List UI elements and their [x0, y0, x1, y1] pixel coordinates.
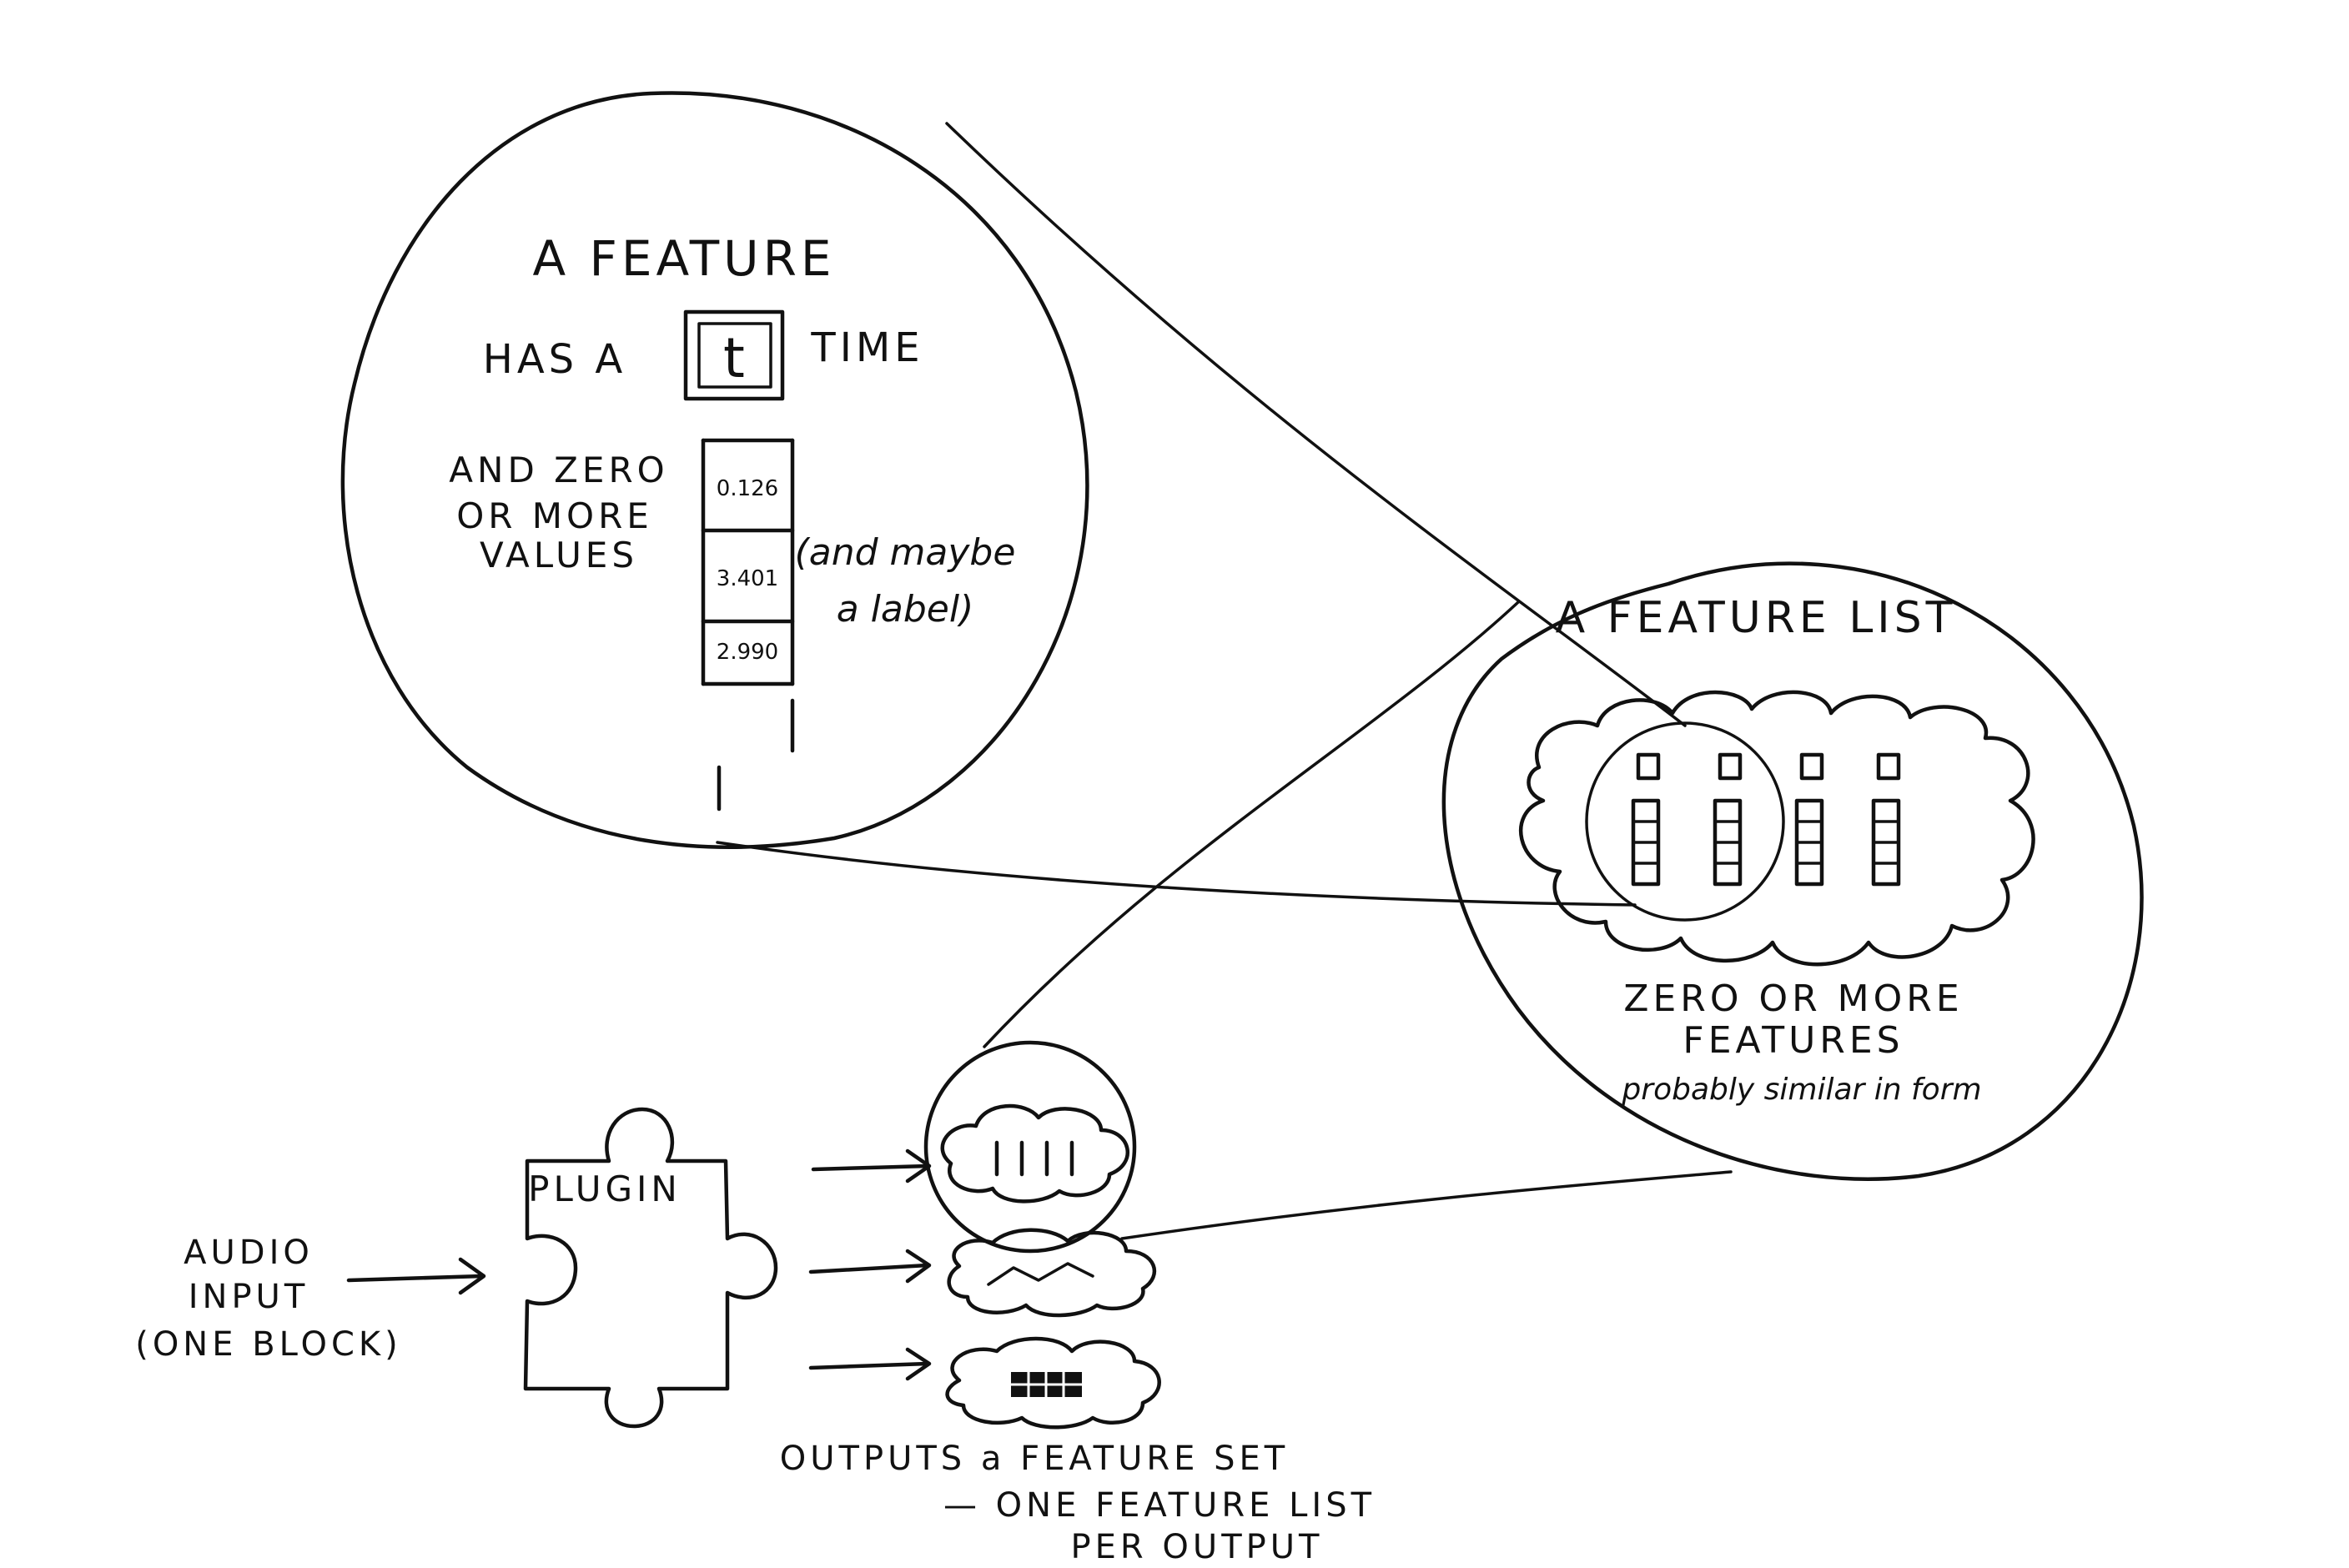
values-text-line-1: AND ZERO — [449, 450, 668, 490]
feature-circle: A FEATURE HAS A t TIME AND ZERO OR MORE … — [340, 91, 1089, 849]
audio-input-line-1: AUDIO — [184, 1234, 314, 1272]
plugin-label: PLUGIN — [528, 1168, 682, 1209]
puzzle-piece-icon — [523, 1107, 778, 1429]
outputs-caption-line-3: PER OUTPUT — [1071, 1528, 1324, 1566]
label-note-line-2: a label) — [837, 588, 974, 631]
audio-input-line-2: INPUT — [189, 1278, 309, 1316]
feature-mini-icon — [1794, 752, 1824, 887]
values-text-line-3: VALUES — [480, 535, 638, 575]
grid-icon — [1011, 1372, 1082, 1397]
feature-icons-row — [1631, 752, 1901, 887]
connector-lines — [716, 122, 1733, 1240]
outputs-caption-line-1: OUTPUTS a FEATURE SET — [780, 1440, 1290, 1478]
feature-mini-icon — [1871, 752, 1901, 887]
value-3: 2.990 — [717, 640, 778, 665]
label-note-line-1: (and maybe — [795, 531, 1016, 574]
value-1: 0.126 — [717, 476, 778, 501]
feature-list-caption-note: probably similar in form — [1621, 1073, 1981, 1107]
feature-mini-icon — [1631, 752, 1661, 887]
feature-list-circle: A FEATURE LIST ZERO OR MORE FEATURES pro… — [1441, 561, 2144, 1181]
feature-list-title: A FEATURE LIST — [1556, 593, 1957, 643]
values-text-line-2: OR MORE — [456, 495, 653, 536]
cloud-icon — [945, 1336, 1161, 1430]
feature-list-caption-line-2: FEATURES — [1683, 1019, 1904, 1062]
cloud-icon — [1519, 690, 2035, 967]
time-word: TIME — [810, 324, 923, 371]
output-circle — [923, 1040, 1137, 1254]
arrow-icon — [808, 1249, 932, 1284]
feature-title: A FEATURE — [532, 230, 835, 287]
feature-mini-icon — [1713, 752, 1743, 887]
arrow-icon — [811, 1148, 932, 1184]
arrow-icon — [346, 1257, 486, 1295]
audio-input-line-3: (ONE BLOCK) — [135, 1325, 402, 1364]
cloud-icon — [947, 1228, 1157, 1318]
zoom-ring — [1585, 721, 1785, 922]
time-symbol: t — [723, 326, 745, 390]
outputs-caption-line-2: — ONE FEATURE LIST — [943, 1486, 1376, 1525]
feature-diagram: A FEATURE HAS A t TIME AND ZERO OR MORE … — [135, 91, 2144, 1566]
value-2: 3.401 — [717, 566, 778, 591]
arrow-icon — [808, 1347, 932, 1381]
cloud-icon — [940, 1103, 1129, 1204]
has-a-text: HAS A — [483, 336, 627, 383]
feature-list-caption-line-1: ZERO OR MORE — [1623, 977, 1963, 1020]
